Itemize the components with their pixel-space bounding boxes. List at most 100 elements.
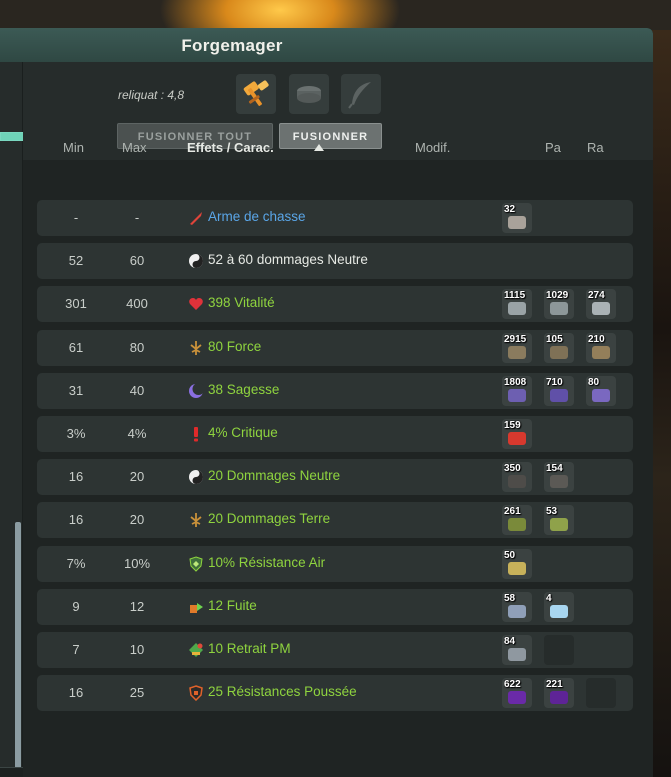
rune-button[interactable]: 159: [502, 419, 532, 449]
effect-label: 20 Dommages Neutre: [208, 468, 340, 483]
effect-name: Vitalité: [234, 295, 275, 310]
effect-value: 20: [208, 468, 224, 483]
rune-icon: [508, 216, 526, 229]
rune-button[interactable]: 53: [544, 505, 574, 535]
effect-label: 4% Critique: [208, 425, 278, 440]
effect-row[interactable]: 31 40 38 Sagesse 1808 710 80: [37, 373, 633, 409]
rune-icon: [550, 302, 568, 315]
effect-row[interactable]: 61 80 80 Force 2915 105 210: [37, 330, 633, 366]
earth-icon: [190, 513, 202, 527]
rune-button[interactable]: 1029: [544, 289, 574, 319]
progress-bar-fill: [1, 133, 23, 140]
rune-icon: [508, 432, 526, 445]
rune-icon: [550, 691, 568, 704]
rune-quantity: 350: [504, 463, 521, 474]
effect-row[interactable]: 16 20 20 Dommages Terre 261 53: [37, 502, 633, 538]
header-modif[interactable]: Modif.: [415, 140, 450, 155]
heart-icon: [189, 298, 203, 310]
rune-icon: [508, 562, 526, 575]
feather-slot[interactable]: [341, 74, 381, 114]
rune-quantity: 4: [546, 593, 552, 604]
effect-row[interactable]: 7% 10% 10% Résistance Air 50: [37, 546, 633, 582]
neutral-yin-yang-icon: [189, 470, 203, 484]
effect-max: 400: [126, 296, 148, 311]
rune-empty-slot[interactable]: [544, 635, 574, 665]
rune-button[interactable]: 350: [502, 462, 532, 492]
left-panel-footer: [0, 767, 23, 777]
table-header: Min Max Effets / Carac. Modif. Pa Ra: [23, 140, 653, 160]
rune-slot[interactable]: [289, 74, 329, 114]
rune-icon: [508, 605, 526, 618]
effect-row[interactable]: 16 25 25 Résistances Poussée 622 221: [37, 675, 633, 711]
effect-label: 52 à 60 dommages Neutre: [208, 252, 368, 267]
effect-max: 12: [129, 599, 145, 614]
critical-icon: [194, 427, 198, 442]
rune-quantity: 80: [588, 377, 600, 388]
rune-button[interactable]: 84: [502, 635, 532, 665]
effect-name: Critique: [231, 425, 278, 440]
effect-row[interactable]: 7 10 10 Retrait PM 84: [37, 632, 633, 668]
rune-slot-icon: [297, 86, 321, 103]
rune-button[interactable]: 80: [586, 376, 616, 406]
rune-icon: [592, 389, 610, 402]
rune-button[interactable]: 2915: [502, 333, 532, 363]
effect-min: 16: [68, 512, 84, 527]
header-min[interactable]: Min: [63, 140, 84, 155]
rune-button[interactable]: 221: [544, 678, 574, 708]
effect-value: 12: [208, 598, 224, 613]
effect-row[interactable]: 52 60 52 à 60 dommages Neutre: [37, 243, 633, 279]
rune-icon: [550, 518, 568, 531]
pushback-shield-icon: [189, 685, 203, 701]
effect-max: -: [134, 210, 140, 225]
left-panel-scrollbar[interactable]: [15, 522, 21, 772]
rune-button[interactable]: 1808: [502, 376, 532, 406]
rune-button[interactable]: 261: [502, 505, 532, 535]
rune-icon: [550, 475, 568, 488]
rune-button[interactable]: 210: [586, 333, 616, 363]
rune-quantity: 221: [546, 679, 563, 690]
item-slot[interactable]: [236, 74, 276, 114]
rune-button[interactable]: 154: [544, 462, 574, 492]
effect-label: 398 Vitalité: [208, 295, 275, 310]
rune-button[interactable]: 274: [586, 289, 616, 319]
rune-button[interactable]: 4: [544, 592, 574, 622]
moon-icon: [189, 383, 204, 398]
effect-min: 301: [65, 296, 87, 311]
header-pa[interactable]: Pa: [545, 140, 561, 155]
rune-button[interactable]: 710: [544, 376, 574, 406]
game-background-right: [652, 30, 671, 777]
effect-name: Résistances Poussée: [226, 684, 357, 699]
effect-row[interactable]: 16 20 20 Dommages Neutre 350 154: [37, 459, 633, 495]
rune-icon: [592, 346, 610, 359]
effect-name: Dommages Neutre: [226, 468, 341, 483]
effect-row[interactable]: 301 400 398 Vitalité 1115 1029 274: [37, 286, 633, 322]
header-ra[interactable]: Ra: [587, 140, 604, 155]
rune-button[interactable]: 58: [502, 592, 532, 622]
rune-button[interactable]: 1115: [502, 289, 532, 319]
rune-button[interactable]: 622: [502, 678, 532, 708]
effect-row[interactable]: - - Arme de chasse 32: [37, 200, 633, 236]
effect-max: 60: [129, 253, 145, 268]
rune-quantity: 1029: [546, 290, 569, 301]
title-bar[interactable]: Forgemager: [0, 28, 653, 62]
header-max[interactable]: Max: [122, 140, 147, 155]
sort-ascending-icon[interactable]: [314, 144, 324, 151]
rune-empty-slot[interactable]: [586, 678, 616, 708]
effect-min: 3%: [66, 426, 86, 441]
effect-name: Fuite: [226, 598, 257, 613]
rune-button[interactable]: 105: [544, 333, 574, 363]
effect-min: 16: [68, 685, 84, 700]
rune-button[interactable]: 50: [502, 549, 532, 579]
effect-max: 4%: [127, 426, 147, 441]
effect-row[interactable]: 9 12 12 Fuite 58 4: [37, 589, 633, 625]
effect-row[interactable]: 3% 4% 4% Critique 159: [37, 416, 633, 452]
flee-icon: [190, 603, 203, 613]
header-effects[interactable]: Effets / Carac.: [187, 140, 274, 155]
effect-min: 52: [68, 253, 84, 268]
shield-air-icon: [189, 556, 203, 572]
effect-value: 20: [208, 511, 224, 526]
effect-name: Sagesse: [226, 382, 280, 397]
effect-value: 25: [208, 684, 224, 699]
effect-max: 20: [129, 512, 145, 527]
rune-button[interactable]: 32: [502, 203, 532, 233]
